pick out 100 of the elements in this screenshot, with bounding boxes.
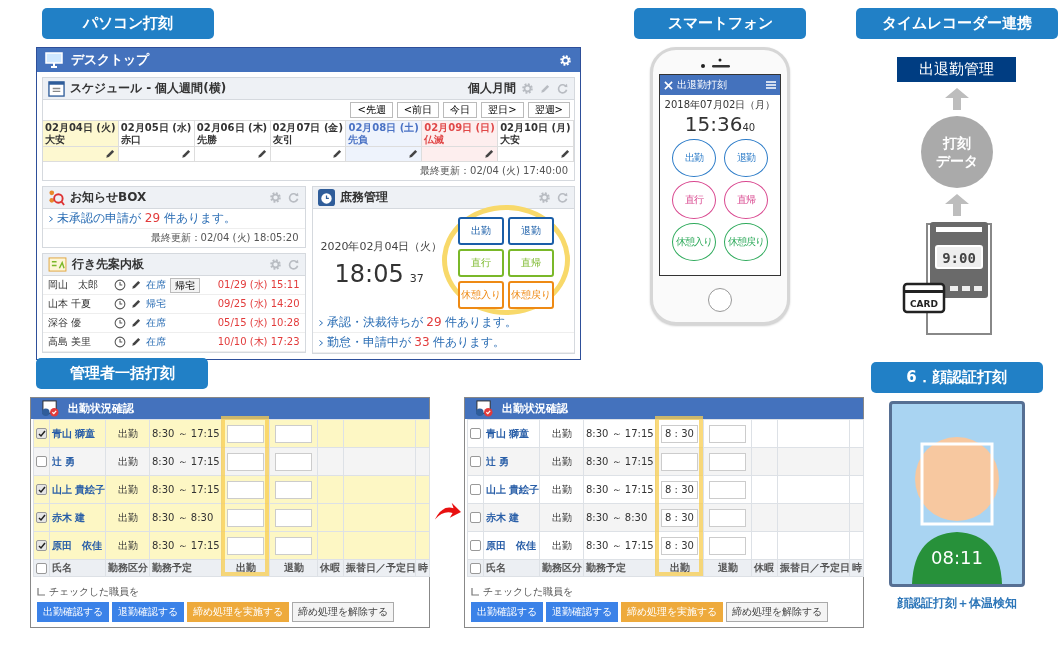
clock-in-field[interactable] bbox=[227, 452, 264, 471]
staff-name-link[interactable]: 辻 勇 bbox=[52, 455, 76, 467]
row-checkbox[interactable] bbox=[36, 540, 47, 552]
action-button[interactable]: 出勤確認する bbox=[471, 602, 543, 622]
clock-in-field[interactable]: 8 : 30 bbox=[661, 536, 698, 555]
clock-icon[interactable] bbox=[114, 336, 126, 348]
nav-button[interactable]: 翌週> bbox=[527, 102, 570, 118]
punch-button[interactable]: 退勤 bbox=[724, 139, 768, 177]
scheduled-hours-text: 8:30 ～ 17:15 bbox=[586, 539, 654, 551]
clock-out-field[interactable] bbox=[709, 452, 746, 471]
pencil-icon[interactable] bbox=[130, 317, 142, 329]
go-home-button[interactable]: 帰宅 bbox=[170, 277, 200, 293]
clock-in-field[interactable] bbox=[227, 536, 264, 555]
punch-button[interactable]: 直帰 bbox=[724, 181, 768, 219]
clock-out-field[interactable] bbox=[709, 480, 746, 499]
clock-out-field[interactable] bbox=[275, 424, 312, 443]
row-checkbox[interactable] bbox=[470, 484, 481, 496]
people-search-icon bbox=[48, 189, 65, 206]
time-overlay-text: 08:11 bbox=[930, 547, 983, 568]
row-checkbox[interactable] bbox=[470, 428, 481, 440]
up-arrow-icon bbox=[944, 88, 969, 110]
home-button[interactable] bbox=[708, 288, 732, 312]
refresh-icon[interactable] bbox=[556, 191, 569, 204]
row-checkbox[interactable] bbox=[470, 540, 481, 552]
clock-icon[interactable] bbox=[114, 317, 126, 329]
action-button[interactable]: 退勤確認する bbox=[546, 602, 618, 622]
monthly-view-link[interactable]: 個人月間 bbox=[468, 80, 516, 97]
select-all-checkbox[interactable] bbox=[36, 562, 47, 574]
clock-out-field[interactable] bbox=[275, 452, 312, 471]
punch-button[interactable]: 退勤 bbox=[508, 217, 554, 245]
pencil-icon[interactable] bbox=[255, 148, 268, 160]
pencil-icon[interactable] bbox=[559, 148, 571, 160]
punch-button[interactable]: 出勤 bbox=[458, 217, 504, 245]
work-type-text: 出勤 bbox=[117, 483, 138, 495]
status-link[interactable]: 帰宅 bbox=[146, 297, 166, 311]
refresh-icon[interactable] bbox=[286, 191, 300, 204]
clock-in-field[interactable] bbox=[227, 480, 264, 499]
nav-button[interactable]: 今日 bbox=[443, 102, 478, 118]
punch-button[interactable]: 直行 bbox=[672, 181, 716, 219]
refresh-icon[interactable] bbox=[286, 258, 300, 271]
select-all-checkbox[interactable] bbox=[470, 562, 481, 574]
column-header: 勤務予定 bbox=[586, 562, 626, 573]
clock-out-field[interactable] bbox=[709, 424, 746, 443]
notice-message[interactable]: 未承認の申請が 29 件あります。 bbox=[57, 210, 236, 227]
clock-in-field[interactable] bbox=[227, 424, 264, 443]
row-checkbox[interactable] bbox=[470, 456, 481, 468]
punch-button[interactable]: 出勤 bbox=[672, 139, 716, 177]
work-type-text: 出勤 bbox=[117, 427, 138, 439]
action-button[interactable]: 退勤確認する bbox=[112, 602, 184, 622]
clock-icon[interactable] bbox=[114, 298, 126, 310]
clock-in-field[interactable]: 8 : 30 bbox=[661, 424, 698, 443]
work-type-text: 出勤 bbox=[551, 511, 572, 523]
notice-message[interactable]: 承認・決裁待ちが 29 件あります。 bbox=[326, 314, 518, 331]
clock-icon bbox=[317, 189, 335, 206]
clock-out-field[interactable] bbox=[275, 508, 312, 527]
pencil-icon[interactable] bbox=[179, 148, 192, 160]
status-link[interactable]: 在席 bbox=[146, 316, 166, 330]
clock-in-field[interactable] bbox=[227, 508, 264, 527]
close-icon[interactable] bbox=[664, 80, 673, 90]
column-header: 勤務区分 bbox=[542, 562, 582, 573]
section-heading: スマートフォン bbox=[634, 8, 806, 39]
clock-out-field[interactable] bbox=[275, 536, 312, 555]
clock-out-field[interactable] bbox=[709, 536, 746, 555]
status-link[interactable]: 在席 bbox=[146, 335, 166, 349]
notice-message[interactable]: 勤怠・申請中が 33 件あります。 bbox=[326, 334, 506, 351]
clock-out-field[interactable] bbox=[275, 480, 312, 499]
menu-icon[interactable] bbox=[766, 80, 776, 90]
clock-in-field[interactable] bbox=[661, 452, 698, 471]
row-checkbox[interactable] bbox=[36, 484, 47, 496]
clock-in-field[interactable]: 8 : 30 bbox=[661, 480, 698, 499]
clock-out-field[interactable] bbox=[709, 508, 746, 527]
column-header: 勤務予定 bbox=[152, 562, 192, 573]
staff-name-link[interactable]: 辻 勇 bbox=[486, 455, 510, 467]
clock-in-field[interactable]: 8 : 30 bbox=[661, 508, 698, 527]
column-header: 出勤 bbox=[669, 562, 690, 573]
action-button[interactable]: 締め処理を解除する bbox=[726, 602, 828, 622]
panel-title: スケジュール - 個人週間(横) bbox=[70, 80, 227, 97]
pencil-icon[interactable] bbox=[130, 336, 142, 348]
row-checkbox[interactable] bbox=[470, 512, 481, 524]
window-title: デスクトップ bbox=[71, 51, 149, 69]
row-checkbox[interactable] bbox=[36, 428, 47, 440]
row-checkbox[interactable] bbox=[36, 456, 47, 468]
nav-button[interactable]: <前日 bbox=[396, 102, 440, 118]
nav-button[interactable]: 翌日> bbox=[481, 102, 524, 118]
punch-button[interactable]: 休憩入り bbox=[672, 223, 716, 261]
action-button[interactable]: 締め処理を解除する bbox=[292, 602, 394, 622]
status-link[interactable]: 在席 bbox=[146, 278, 166, 292]
pencil-icon[interactable] bbox=[130, 298, 142, 310]
pencil-icon[interactable] bbox=[130, 279, 142, 291]
action-button[interactable]: 出勤確認する bbox=[37, 602, 109, 622]
board-icon bbox=[48, 257, 67, 272]
current-time: 18:05 bbox=[334, 259, 404, 288]
row-checkbox[interactable] bbox=[36, 512, 47, 524]
clock-icon[interactable] bbox=[114, 279, 126, 291]
pencil-icon[interactable] bbox=[331, 148, 344, 160]
day-header: 02月09日 (日) 仏滅 bbox=[422, 121, 499, 147]
nav-button[interactable]: <先週 bbox=[350, 102, 393, 118]
calendar-check-icon bbox=[41, 400, 60, 417]
punch-button[interactable]: 休憩戻り bbox=[724, 223, 768, 261]
refresh-icon[interactable] bbox=[556, 82, 569, 95]
